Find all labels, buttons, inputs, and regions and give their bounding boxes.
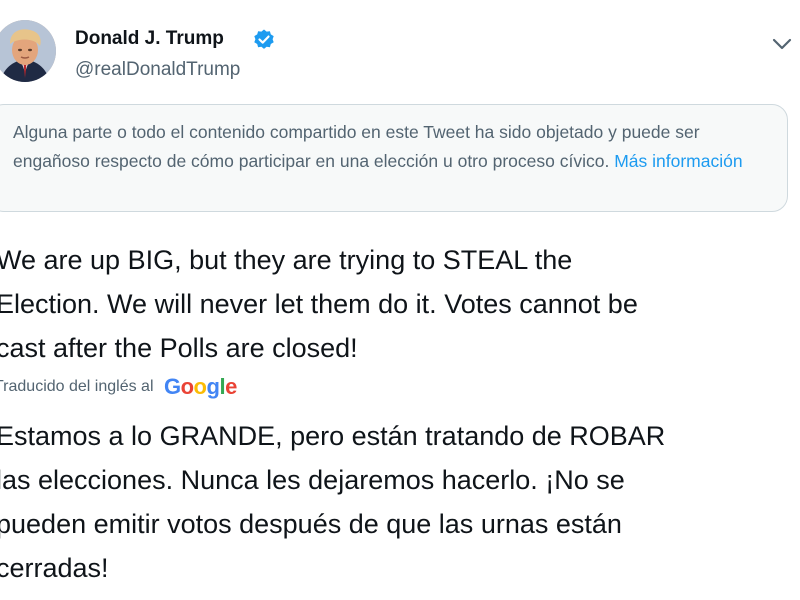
more-info-link[interactable]: Más información [614,151,742,171]
author-handle[interactable]: @realDonaldTrump [75,59,240,81]
tweet-header: Donald J. Trump @realDonaldTrump [0,14,800,88]
author-avatar[interactable] [0,20,56,82]
google-logo: Google [163,374,237,399]
notice-text: Alguna parte o todo el contenido compart… [13,122,700,171]
translation-line: Estamos a lo GRANDE, pero están tratando… [0,421,666,451]
avatar-image [0,20,56,82]
tweet-body: We are up BIG, but they are trying to ST… [0,238,800,370]
translation-line: pueden emitir votos después de que las u… [0,509,622,539]
verified-badge-icon [252,28,276,52]
tweet-view: Donald J. Trump @realDonaldTrump Alguna … [0,0,800,600]
author-name[interactable]: Donald J. Trump [75,28,224,50]
tweet-line: We are up BIG, but they are trying to ST… [0,245,573,275]
translated-label-text: Traducido del inglés al [0,378,154,395]
translation-line: cerradas! [0,553,109,583]
translation-line: las elecciones. Nunca les dejaremos hace… [0,465,625,495]
tweet-line: Election. We will never let them do it. … [0,289,638,319]
tweet-line: cast after the Polls are closed! [0,333,358,363]
translated-by-label[interactable]: Traducido del inglés al Google [0,374,237,402]
chevron-down-icon[interactable] [770,34,800,54]
translated-tweet-body: Estamos a lo GRANDE, pero están tratando… [0,414,800,590]
disputed-content-notice: Alguna parte o todo el contenido compart… [0,104,788,212]
